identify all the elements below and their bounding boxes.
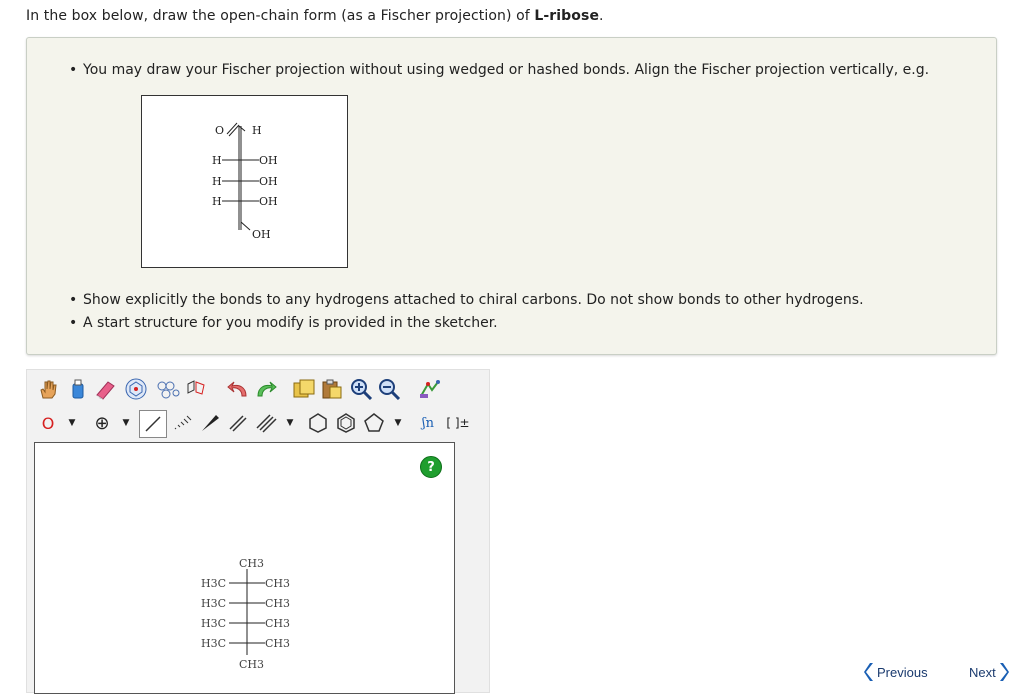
svg-text:H3C: H3C (201, 637, 226, 650)
svg-text:H3C: H3C (201, 577, 226, 590)
clear-tool-icon[interactable] (65, 376, 91, 402)
undo-icon[interactable] (225, 376, 251, 402)
example-fischer-projection: O H H OH H OH H OH OH (141, 95, 348, 268)
next-label: Next (969, 664, 996, 680)
compound-name: L-ribose (534, 8, 600, 24)
next-button[interactable]: Next (969, 662, 1009, 682)
hashed-bond-icon[interactable] (169, 410, 195, 436)
svg-text:H: H (212, 154, 222, 167)
bracket-charge-tool[interactable]: [ ]± (443, 410, 473, 436)
bottom-methyl-label: CH3 (239, 658, 264, 671)
redo-icon[interactable] (253, 376, 279, 402)
cyclopentane-icon[interactable] (361, 410, 387, 436)
bicyclic-template-icon[interactable] (183, 376, 209, 402)
svg-text:H3C: H3C (201, 597, 226, 610)
atom-selector[interactable]: O (35, 410, 61, 436)
example-o-label: O (215, 124, 224, 137)
svg-text:OH: OH (259, 175, 278, 188)
svg-text:OH: OH (259, 195, 278, 208)
instruction-item: • Show explicitly the bonds to any hydrog… (69, 292, 864, 308)
previous-button[interactable]: Previous (864, 662, 928, 682)
svg-text:H: H (212, 175, 222, 188)
question-text: In the box below, draw the open-chain fo… (26, 8, 604, 24)
cyclohexane-icon[interactable] (305, 410, 331, 436)
zoom-in-icon[interactable] (349, 376, 375, 402)
start-structure-drawing[interactable]: CH3 H3C CH3 H3C CH3 H3C CH3 H3C CH3 CH3 (35, 443, 454, 693)
single-bond-icon[interactable] (139, 410, 167, 438)
svg-text:CH3: CH3 (265, 637, 290, 650)
sketcher-toolbar-top (27, 372, 489, 406)
previous-label: Previous (877, 664, 928, 680)
triple-bond-icon[interactable] (253, 410, 279, 436)
example-bottom-label: OH (252, 228, 271, 241)
instruction-item: • A start structure for you modify is pro… (69, 315, 498, 331)
charge-selector[interactable]: ⊕ (89, 410, 115, 436)
instructions-box: • You may draw your Fischer projection wi… (26, 37, 997, 355)
wedge-bond-icon[interactable] (197, 410, 223, 436)
molecule-sketcher: O ▼ ⊕ ▼ ▼ ▼ ʃn [ ]± ? CH3 H3C CH3 H3C CH… (26, 369, 490, 694)
eraser-icon[interactable] (93, 376, 119, 402)
top-methyl-label: CH3 (239, 557, 264, 570)
sketcher-toolbar-bottom: O ▼ ⊕ ▼ ▼ ▼ ʃn [ ]± (27, 408, 489, 442)
bond-dropdown-arrow-icon[interactable]: ▼ (277, 410, 303, 436)
double-bond-icon[interactable] (225, 410, 251, 436)
svg-text:H: H (212, 195, 222, 208)
drawing-canvas[interactable]: ? CH3 H3C CH3 H3C CH3 H3C CH3 H3C CH3 CH… (34, 442, 455, 694)
chain-template-icon[interactable] (155, 376, 181, 402)
example-structure-drawing: O H H OH H OH H OH OH (212, 122, 278, 241)
charge-dropdown-arrow-icon[interactable]: ▼ (113, 410, 139, 436)
zoom-out-icon[interactable] (377, 376, 403, 402)
chevron-right-icon (999, 663, 1009, 681)
instruction-item: • You may draw your Fischer projection wi… (69, 62, 930, 78)
example-h-label: H (252, 124, 262, 137)
sgroup-tool[interactable]: ʃn (415, 410, 441, 436)
benzene-icon[interactable] (333, 410, 359, 436)
svg-text:OH: OH (259, 154, 278, 167)
paste-icon[interactable] (319, 376, 345, 402)
svg-text:CH3: CH3 (265, 577, 290, 590)
svg-text:CH3: CH3 (265, 597, 290, 610)
copy-icon[interactable] (291, 376, 317, 402)
atom-dropdown-arrow-icon[interactable]: ▼ (59, 410, 85, 436)
ring-dropdown-arrow-icon[interactable]: ▼ (385, 410, 411, 436)
hand-tool-icon[interactable] (35, 376, 61, 402)
clean-structure-icon[interactable] (417, 376, 443, 402)
chevron-left-icon (864, 663, 873, 681)
question-prefix: In the box below, draw the open-chain fo… (26, 8, 535, 24)
svg-text:H3C: H3C (201, 617, 226, 630)
ring-template-icon[interactable] (123, 376, 149, 402)
svg-text:CH3: CH3 (265, 617, 290, 630)
